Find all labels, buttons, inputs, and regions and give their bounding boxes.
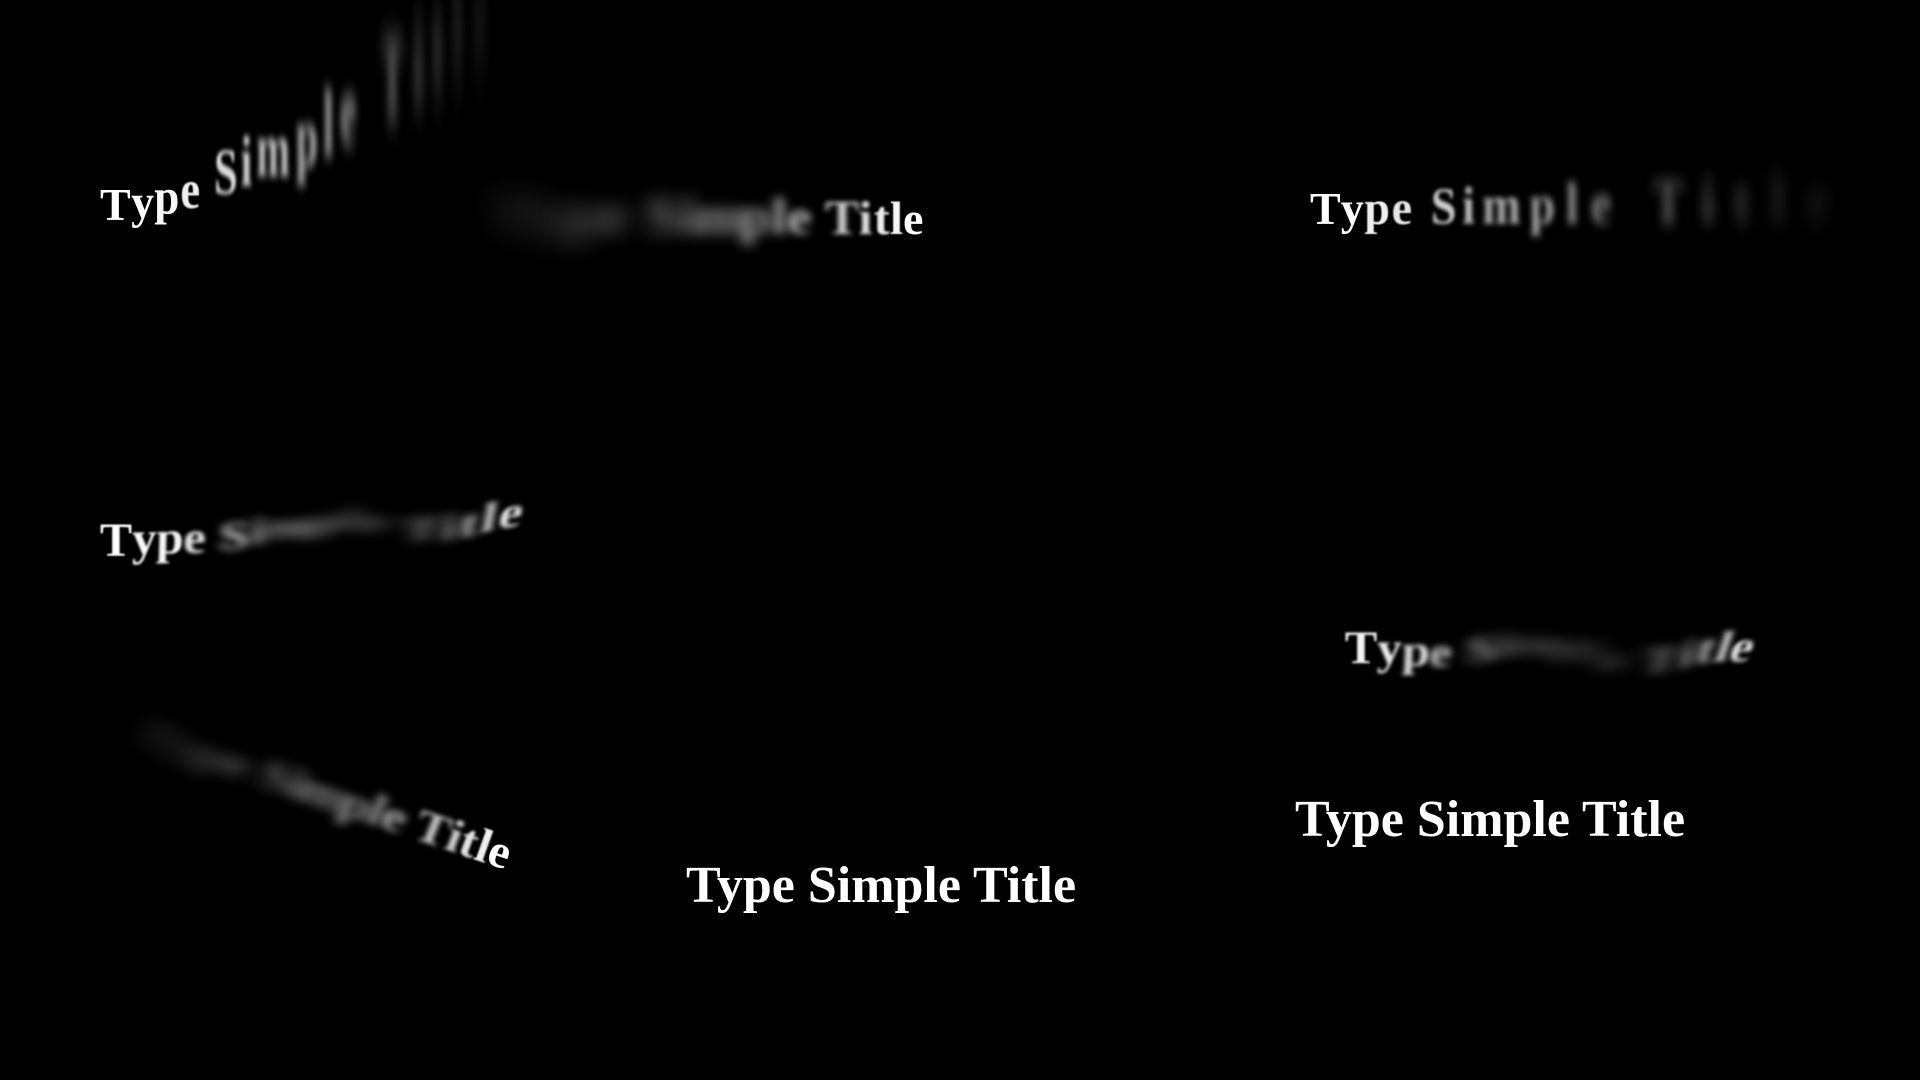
glyph	[1625, 167, 1637, 238]
glyph: e	[787, 189, 812, 245]
glyph: e	[182, 512, 208, 564]
glyph: m	[256, 105, 290, 194]
glyph: p	[1529, 173, 1556, 236]
text-sample-top-middle: Type Simple Title	[492, 182, 924, 246]
glyph: S	[213, 135, 238, 209]
glyph: l	[453, 0, 462, 111]
glyph: T	[100, 179, 131, 230]
glyph: T	[1344, 622, 1378, 674]
glyph: p	[154, 168, 180, 225]
glyph: S	[217, 513, 251, 559]
glyph: p	[739, 187, 772, 245]
glyph: T	[381, 9, 404, 146]
glyph	[630, 184, 646, 247]
text-sample-bottom-left: Type Simple Title	[126, 701, 519, 880]
glyph: y	[1340, 182, 1364, 235]
glyph: p	[1400, 626, 1431, 676]
glyph: i	[240, 121, 252, 202]
glyph: p	[565, 183, 603, 246]
glyph: e	[180, 159, 200, 221]
glyph: e	[1590, 169, 1612, 237]
text-sample-bottom-center: Type Simple Title	[686, 857, 1077, 914]
glyph	[812, 189, 825, 246]
glyph: T	[400, 509, 444, 548]
glyph: y	[533, 182, 569, 246]
text-sample-top-right: Type Simple Title	[1310, 159, 1854, 238]
glyph: y	[1376, 623, 1403, 675]
glyph: e	[1391, 180, 1413, 235]
glyph: l	[1565, 171, 1579, 236]
glyph: t	[873, 191, 890, 245]
glyph: l	[323, 70, 334, 176]
glyph: i	[858, 191, 873, 245]
glyph: e	[359, 505, 389, 538]
glyph: e	[599, 184, 630, 246]
glyph: m	[262, 507, 314, 546]
glyph: S	[645, 185, 681, 246]
glyph: i	[1462, 176, 1475, 236]
glyph: T	[99, 514, 133, 567]
text-sample-bottom-right: Type Simple Title	[1295, 791, 1686, 848]
glyph	[201, 147, 212, 216]
glyph: p	[155, 512, 185, 565]
glyph: l	[342, 503, 361, 536]
glyph	[1415, 178, 1427, 236]
glyph: T	[491, 181, 540, 246]
text-sample-top-left: Type Sim p l e Title	[100, 0, 498, 231]
glyph: t	[432, 0, 443, 123]
glyph: e	[1427, 629, 1454, 677]
glyph: e	[1807, 158, 1829, 238]
glyph: e	[902, 193, 924, 244]
glyph: p	[296, 88, 318, 185]
glyph: S	[1430, 177, 1457, 235]
text-sample-middle-left: Type Simple Title	[99, 487, 528, 568]
glyph: i	[414, 0, 423, 135]
glyph: y	[131, 513, 157, 566]
glyph: m	[1482, 174, 1521, 236]
glyph: m	[694, 187, 744, 245]
glyph: y	[130, 175, 154, 229]
glyph: T	[1652, 166, 1684, 237]
glyph: p	[1364, 181, 1390, 235]
glyph: l	[771, 188, 788, 245]
glyph: i	[1701, 164, 1715, 237]
glyph: e	[340, 51, 357, 167]
glyph: T	[1310, 183, 1341, 234]
render-canvas: Type Sim p l e Title Type Simple Title Type…	[0, 0, 1920, 1080]
glyph: p	[308, 504, 344, 539]
text-sample-middle-right: Type Simple Title	[1344, 620, 1763, 680]
glyph: l	[889, 192, 903, 245]
glyph: t	[1733, 162, 1750, 238]
glyph: T	[824, 190, 860, 245]
glyph: e	[474, 0, 487, 99]
glyph	[363, 29, 372, 159]
glyph: l	[1771, 160, 1784, 238]
